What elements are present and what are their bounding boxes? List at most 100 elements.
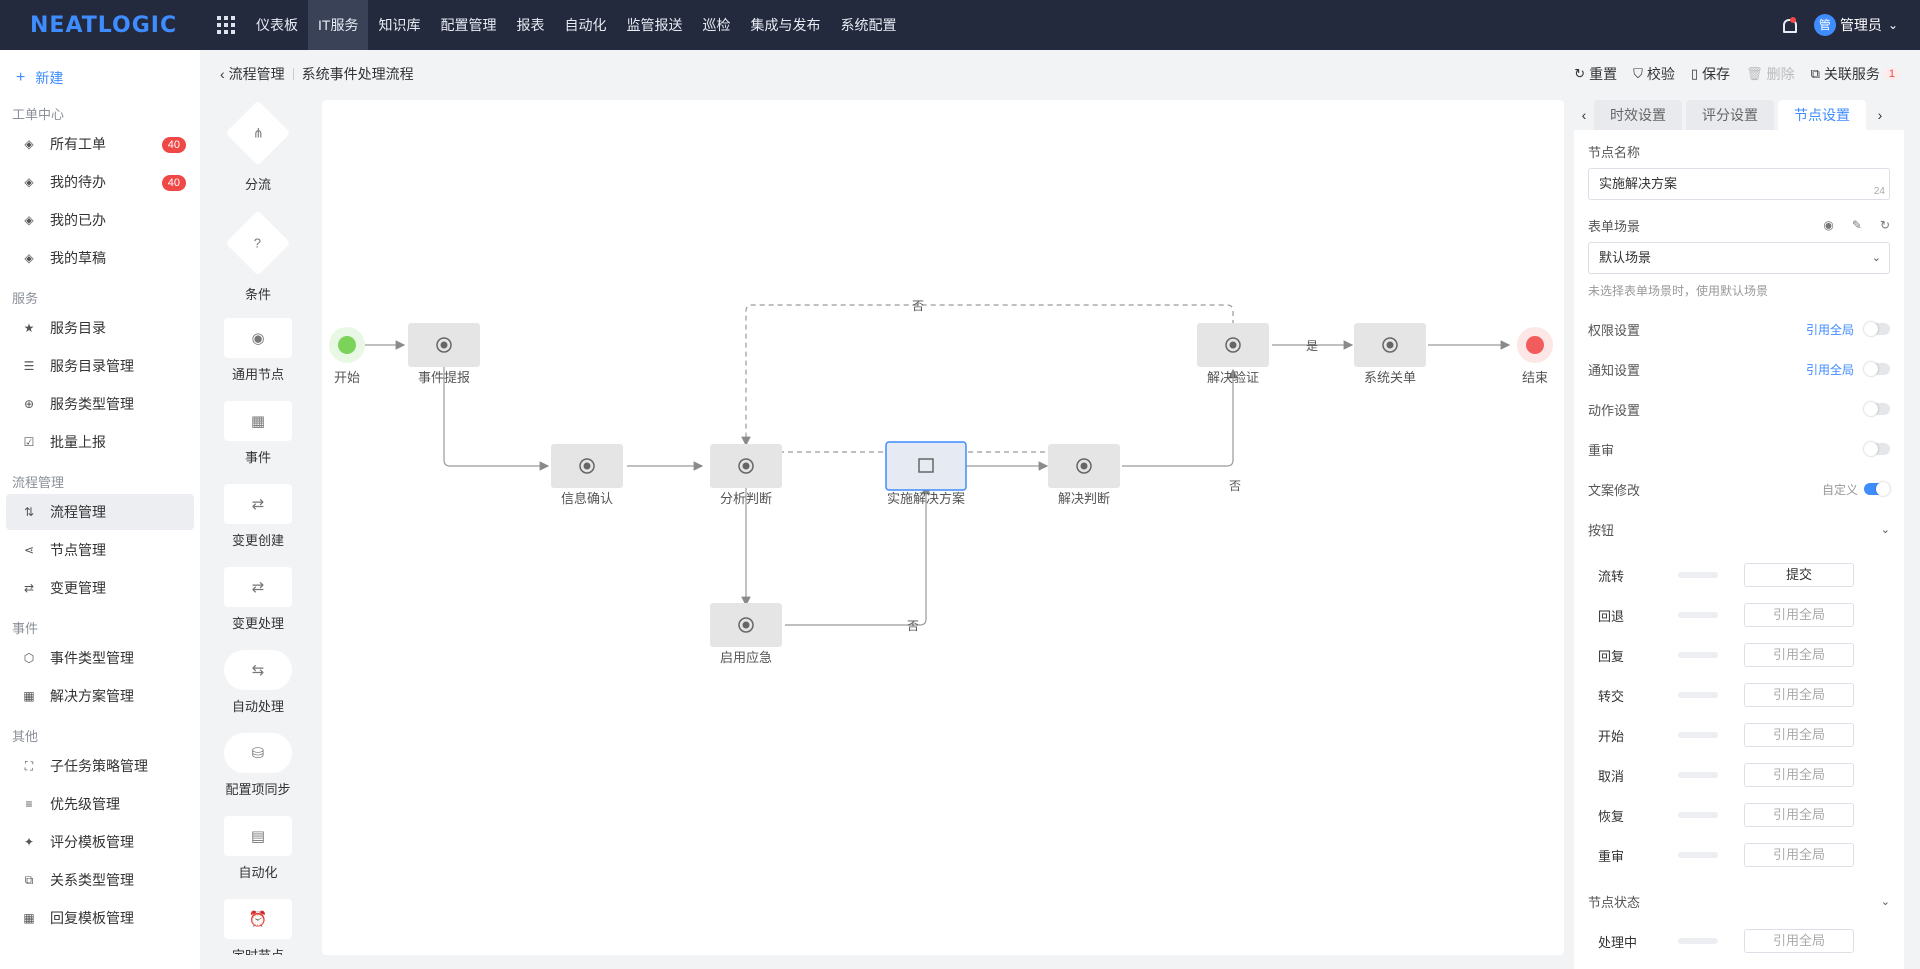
nav-item-report[interactable]: 报表 xyxy=(506,0,554,50)
nav-item-automation[interactable]: 自动化 xyxy=(554,0,616,50)
eye-icon[interactable]: ◉ xyxy=(1823,218,1833,232)
palette-item[interactable]: ⛁ 配置项同步 xyxy=(220,733,296,798)
flow-node-n2[interactable]: 信息确认 xyxy=(551,444,623,506)
palette-item[interactable]: ⇄ 变更创建 xyxy=(220,484,296,549)
palette-item[interactable]: ⇆ 自动处理 xyxy=(220,650,296,715)
tab-rating[interactable]: 评分设置 xyxy=(1686,100,1774,130)
button-toggle[interactable] xyxy=(1678,612,1718,618)
chevron-left-icon[interactable]: ‹ xyxy=(1574,107,1594,123)
toggle-switch[interactable] xyxy=(1864,362,1890,376)
node-status-section-header[interactable]: 节点状态 ⌄ xyxy=(1588,881,1890,921)
flow-node-n1[interactable]: 事件提报 xyxy=(408,323,480,385)
breadcrumb-parent[interactable]: 流程管理 xyxy=(229,64,285,84)
sidebar-item[interactable]: ≡ 优先级管理 xyxy=(6,786,194,822)
sidebar-item[interactable]: ✦ 评分模板管理 xyxy=(6,824,194,860)
button-label-input[interactable]: 引用全局 xyxy=(1744,723,1854,747)
palette-item[interactable]: ◉ 通用节点 xyxy=(220,318,296,383)
sidebar-item[interactable]: ▦ 回复模板管理 xyxy=(6,900,194,936)
nav-item-knowledge[interactable]: 知识库 xyxy=(368,0,430,50)
apps-grid-icon[interactable] xyxy=(214,13,238,37)
new-button[interactable]: + 新建 xyxy=(0,64,200,92)
user-name[interactable]: 管理员 xyxy=(1840,15,1882,35)
nav-item-deploy[interactable]: 集成与发布 xyxy=(740,0,830,50)
palette-item[interactable]: ? 条件 xyxy=(220,210,296,303)
flow-node-n6[interactable]: 启用应急 xyxy=(710,603,782,665)
delete-button[interactable]: 🗑 删除 xyxy=(1746,64,1795,84)
sidebar-item[interactable]: ◈ 所有工单 40 xyxy=(6,126,194,162)
button-toggle[interactable] xyxy=(1678,652,1718,658)
button-toggle[interactable] xyxy=(1678,692,1718,698)
chevron-right-icon[interactable]: › xyxy=(1870,107,1890,123)
flow-node-n3[interactable]: 分析判断 xyxy=(710,444,782,506)
button-label-input[interactable]: 引用全局 xyxy=(1744,929,1854,953)
chevron-down-icon[interactable]: ⌄ xyxy=(1888,18,1898,32)
nav-item-dashboard[interactable]: 仪表板 xyxy=(246,0,308,50)
sidebar-item[interactable]: ▦ 解决方案管理 xyxy=(6,678,194,714)
button-label-input[interactable]: 引用全局 xyxy=(1744,803,1854,827)
button-label-input[interactable]: 引用全局 xyxy=(1744,763,1854,787)
flow-node-n5[interactable]: 解决判断 xyxy=(1048,444,1120,506)
toggle-switch[interactable] xyxy=(1864,482,1890,496)
sidebar-item[interactable]: ★ 服务目录 xyxy=(6,310,194,346)
button-toggle[interactable] xyxy=(1678,852,1718,858)
edit-icon[interactable]: ✎ xyxy=(1852,218,1862,232)
sidebar-item[interactable]: ☑ 批量上报 xyxy=(6,424,194,460)
nav-item-cmdb[interactable]: 配置管理 xyxy=(430,0,506,50)
tab-node-settings[interactable]: 节点设置 xyxy=(1778,100,1866,130)
sidebar-item[interactable]: ☰ 服务目录管理 xyxy=(6,348,194,384)
save-button[interactable]: ▯ 保存 xyxy=(1691,64,1730,84)
validate-button[interactable]: ⛉ 校验 xyxy=(1633,64,1675,84)
reset-button[interactable]: ↻ 重置 xyxy=(1574,64,1617,84)
button-toggle[interactable] xyxy=(1678,772,1718,778)
palette-item[interactable]: ⋔ 分流 xyxy=(220,100,296,193)
sidebar-item[interactable]: ⧉ 关系类型管理 xyxy=(6,862,194,898)
flow-canvas[interactable]: 否 否 是 否 否 开始 结束 事件提报信息确认分析判断实施解决方案解决判断启用… xyxy=(322,100,1564,955)
node-name-input[interactable]: 实施解决方案 24 xyxy=(1588,168,1890,200)
refresh-icon[interactable]: ↻ xyxy=(1880,218,1890,232)
sidebar-item[interactable]: ⛶ 子任务策略管理 xyxy=(6,748,194,784)
buttons-section-header[interactable]: 按钮 ⌄ xyxy=(1588,509,1890,549)
button-label-input[interactable]: 引用全局 xyxy=(1744,603,1854,627)
avatar[interactable]: 管 xyxy=(1813,14,1836,36)
palette-icon: ▦ xyxy=(224,401,292,441)
nav-item-inspection[interactable]: 巡检 xyxy=(692,0,740,50)
bell-icon[interactable] xyxy=(1780,17,1797,33)
button-toggle[interactable] xyxy=(1678,938,1718,944)
button-toggle[interactable] xyxy=(1678,732,1718,738)
brand-logo[interactable]: NEATLOGIC xyxy=(0,13,200,38)
palette-shape-diamond: ⋔ xyxy=(225,100,291,166)
palette-item[interactable]: ▤ 自动化 xyxy=(220,816,296,881)
button-toggle[interactable] xyxy=(1678,812,1718,818)
related-service-button[interactable]: ⧉ 关联服务 1 xyxy=(1811,64,1900,84)
form-scene-select[interactable]: 默认场景 ⌄ xyxy=(1588,242,1890,274)
use-global-link[interactable]: 引用全局 xyxy=(1806,321,1854,338)
toggle-switch[interactable] xyxy=(1864,402,1890,416)
use-global-link[interactable]: 引用全局 xyxy=(1806,361,1854,378)
nav-item-system-config[interactable]: 系统配置 xyxy=(830,0,906,50)
back-chevron-icon[interactable]: ‹ xyxy=(220,66,225,82)
button-label-input[interactable]: 引用全局 xyxy=(1744,643,1854,667)
tab-timing[interactable]: 时效设置 xyxy=(1594,100,1682,130)
sidebar-item[interactable]: ⋖ 节点管理 xyxy=(6,532,194,568)
button-toggle[interactable] xyxy=(1678,572,1718,578)
flow-node-n8[interactable]: 系统关单 xyxy=(1354,323,1426,385)
nav-item-it-service[interactable]: IT服务 xyxy=(308,0,369,50)
flow-node-n7[interactable]: 解决验证 xyxy=(1197,323,1269,385)
button-label-input[interactable]: 提交 xyxy=(1744,563,1854,587)
palette-item[interactable]: ⇄ 变更处理 xyxy=(220,567,296,632)
sidebar-item[interactable]: ◈ 我的已办 xyxy=(6,202,194,238)
toggle-switch[interactable] xyxy=(1864,322,1890,336)
palette-item[interactable]: ▦ 事件 xyxy=(220,401,296,466)
sidebar-item[interactable]: ⇄ 变更管理 xyxy=(6,570,194,606)
sidebar-item[interactable]: ⊕ 服务类型管理 xyxy=(6,386,194,422)
palette-item[interactable]: ⏰ 定时节点 xyxy=(220,899,296,955)
button-label-input[interactable]: 引用全局 xyxy=(1744,683,1854,707)
sidebar-item[interactable]: ◈ 我的草稿 xyxy=(6,240,194,276)
toggle-switch[interactable] xyxy=(1864,442,1890,456)
sidebar-item[interactable]: ⬡ 事件类型管理 xyxy=(6,640,194,676)
button-label-input[interactable]: 引用全局 xyxy=(1744,843,1854,867)
nav-item-regulatory[interactable]: 监管报送 xyxy=(616,0,692,50)
sidebar-item[interactable]: ⇅ 流程管理 xyxy=(6,494,194,530)
flow-node-n4[interactable]: 实施解决方案 xyxy=(885,441,967,506)
sidebar-item[interactable]: ◈ 我的待办 40 xyxy=(6,164,194,200)
